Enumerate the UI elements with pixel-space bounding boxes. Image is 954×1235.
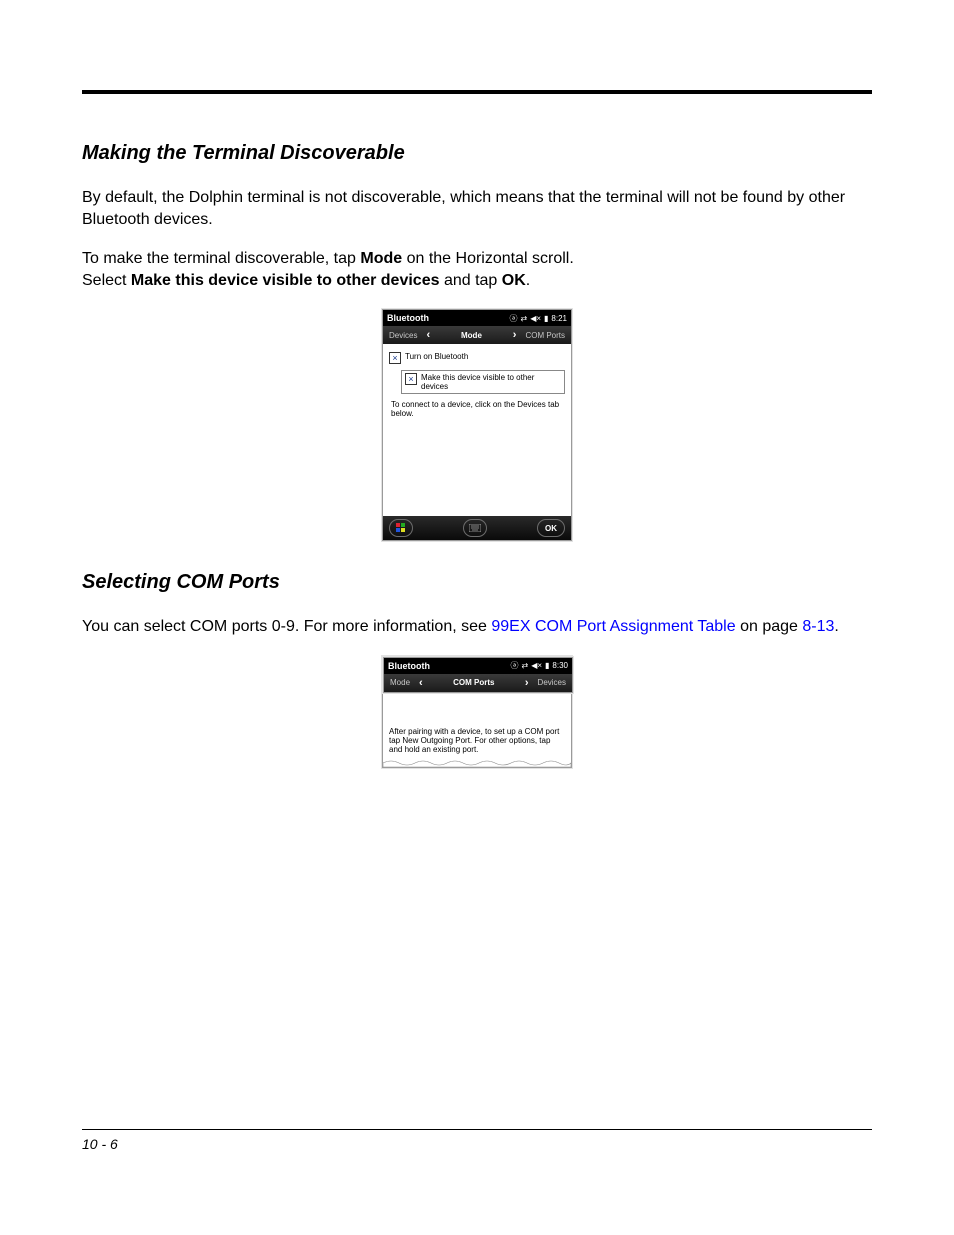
- heading-making-discoverable: Making the Terminal Discoverable: [82, 142, 872, 165]
- shot1-hint: To connect to a device, click on the Dev…: [391, 400, 565, 418]
- bold-make-visible: Make this device visible to other device…: [131, 272, 440, 289]
- chevron-right-icon[interactable]: ›: [510, 329, 520, 341]
- heading-selecting-com-ports: Selecting COM Ports: [82, 571, 872, 594]
- shot2-horizontal-scroll: Mode ‹ COM Ports › Devices: [384, 674, 572, 692]
- shot1-row-bluetooth: × Turn on Bluetooth: [389, 352, 565, 364]
- shot1-titlebar: Bluetooth ⓐ ⇄ ◀× ▮ 8:21: [383, 310, 571, 326]
- chevron-right-icon[interactable]: ›: [522, 677, 532, 689]
- connectivity-icon: ⇄: [521, 661, 528, 670]
- shot1-tab-right[interactable]: COM Ports: [519, 331, 571, 340]
- battery-icon: ▮: [544, 314, 548, 323]
- bold-mode: Mode: [360, 250, 402, 267]
- shot2-tab-right[interactable]: Devices: [532, 678, 572, 687]
- shot2-content: After pairing with a device, to set up a…: [383, 723, 571, 767]
- shot2-tab-left[interactable]: Mode: [384, 678, 416, 687]
- text: You can select COM ports 0-9. For more i…: [82, 618, 491, 635]
- shot2-tab-center[interactable]: COM Ports: [447, 678, 500, 687]
- text: and tap: [440, 272, 502, 289]
- text: on page: [736, 618, 803, 635]
- link-page-8-13[interactable]: 8-13: [802, 618, 834, 635]
- input-mode-icon: ⓐ: [509, 313, 517, 324]
- chevron-left-icon[interactable]: ‹: [416, 677, 426, 689]
- text: To make the terminal discoverable, tap: [82, 250, 360, 267]
- label-turn-on-bluetooth: Turn on Bluetooth: [405, 352, 468, 361]
- shot2-title: Bluetooth: [388, 661, 430, 671]
- text: Select: [82, 272, 131, 289]
- keyboard-button[interactable]: [463, 519, 487, 537]
- torn-edge-icon: [383, 759, 571, 767]
- top-rule: [82, 90, 872, 94]
- checkbox-make-visible[interactable]: ×: [405, 373, 417, 385]
- text: .: [526, 272, 530, 289]
- shot2-message: After pairing with a device, to set up a…: [389, 727, 559, 754]
- screenshot-mode: Bluetooth ⓐ ⇄ ◀× ▮ 8:21 Devices ‹ Mode ›…: [382, 309, 572, 541]
- ok-button[interactable]: OK: [537, 519, 565, 537]
- connectivity-icon: ⇄: [520, 314, 527, 323]
- bold-ok: OK: [502, 272, 526, 289]
- checkbox-turn-on-bluetooth[interactable]: ×: [389, 352, 401, 364]
- shot1-tab-center[interactable]: Mode: [455, 331, 488, 340]
- paragraph-instructions: To make the terminal discoverable, tap M…: [82, 248, 872, 291]
- screenshot-com-ports: Bluetooth ⓐ ⇄ ◀× ▮ 8:30 Mode ‹ COM Ports…: [382, 656, 572, 768]
- link-com-port-table[interactable]: 99EX COM Port Assignment Table: [491, 618, 735, 635]
- label-make-visible: Make this device visible to other device…: [421, 373, 561, 391]
- page-number: 10 - 6: [82, 1136, 118, 1152]
- shot1-time: 8:21: [551, 314, 567, 323]
- keyboard-icon: [469, 524, 481, 532]
- text: .: [834, 618, 838, 635]
- shot1-softbar: OK: [383, 516, 571, 540]
- windows-icon: [396, 523, 406, 533]
- paragraph-default: By default, the Dolphin terminal is not …: [82, 187, 872, 230]
- shot2-titlebar: Bluetooth ⓐ ⇄ ◀× ▮ 8:30: [384, 658, 572, 674]
- battery-icon: ▮: [545, 661, 549, 670]
- shot1-row-visible: × Make this device visible to other devi…: [401, 370, 565, 394]
- shot1-content: × Turn on Bluetooth × Make this device v…: [383, 344, 571, 516]
- start-button[interactable]: [389, 519, 413, 537]
- input-mode-icon: ⓐ: [510, 660, 518, 671]
- paragraph-com-ports: You can select COM ports 0-9. For more i…: [82, 616, 872, 638]
- shot1-tab-left[interactable]: Devices: [383, 331, 423, 340]
- volume-icon: ◀×: [531, 661, 542, 670]
- text: on the Horizontal scroll.: [402, 250, 574, 267]
- chevron-left-icon[interactable]: ‹: [423, 329, 433, 341]
- volume-icon: ◀×: [530, 314, 541, 323]
- shot2-time: 8:30: [552, 661, 568, 670]
- shot1-horizontal-scroll: Devices ‹ Mode › COM Ports: [383, 326, 571, 344]
- shot1-title: Bluetooth: [387, 313, 429, 323]
- footer-rule: [82, 1129, 872, 1130]
